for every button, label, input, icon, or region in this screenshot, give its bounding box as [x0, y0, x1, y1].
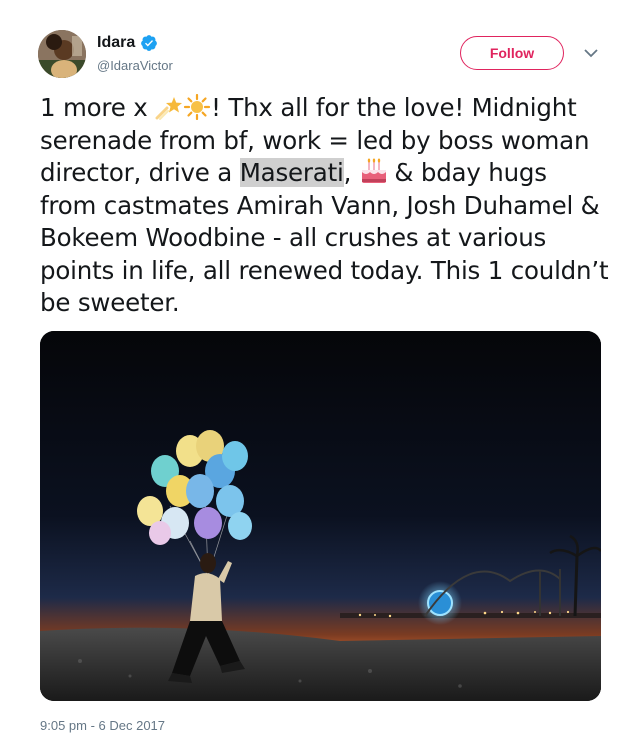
sun-icon — [183, 93, 211, 121]
birthday-cake-icon — [359, 157, 387, 183]
user-handle[interactable]: @IdaraVictor — [97, 58, 173, 73]
display-name[interactable]: Idara — [97, 34, 135, 52]
avatar[interactable] — [38, 30, 86, 78]
name-row: Idara — [97, 34, 158, 52]
follow-button[interactable]: Follow — [460, 36, 564, 70]
highlighted-word: Maserati — [239, 158, 344, 187]
tweet-timestamp[interactable]: 9:05 pm - 6 Dec 2017 — [40, 718, 165, 733]
chevron-down-icon[interactable] — [582, 46, 600, 60]
photo-night-balloons — [40, 331, 601, 701]
tweet-text-segment: , — [343, 158, 359, 187]
verified-badge-icon — [140, 34, 158, 52]
tweet-photo[interactable] — [40, 331, 601, 701]
tweet-card: Idara @IdaraVictor Follow 1 more x ! Thx… — [0, 0, 638, 749]
tweet-text: 1 more x ! Thx all for the love! Midnigh… — [40, 92, 610, 320]
tweet-text-segment: 1 more x — [40, 93, 156, 122]
shooting-star-icon — [155, 94, 183, 120]
avatar-photo — [38, 30, 86, 78]
